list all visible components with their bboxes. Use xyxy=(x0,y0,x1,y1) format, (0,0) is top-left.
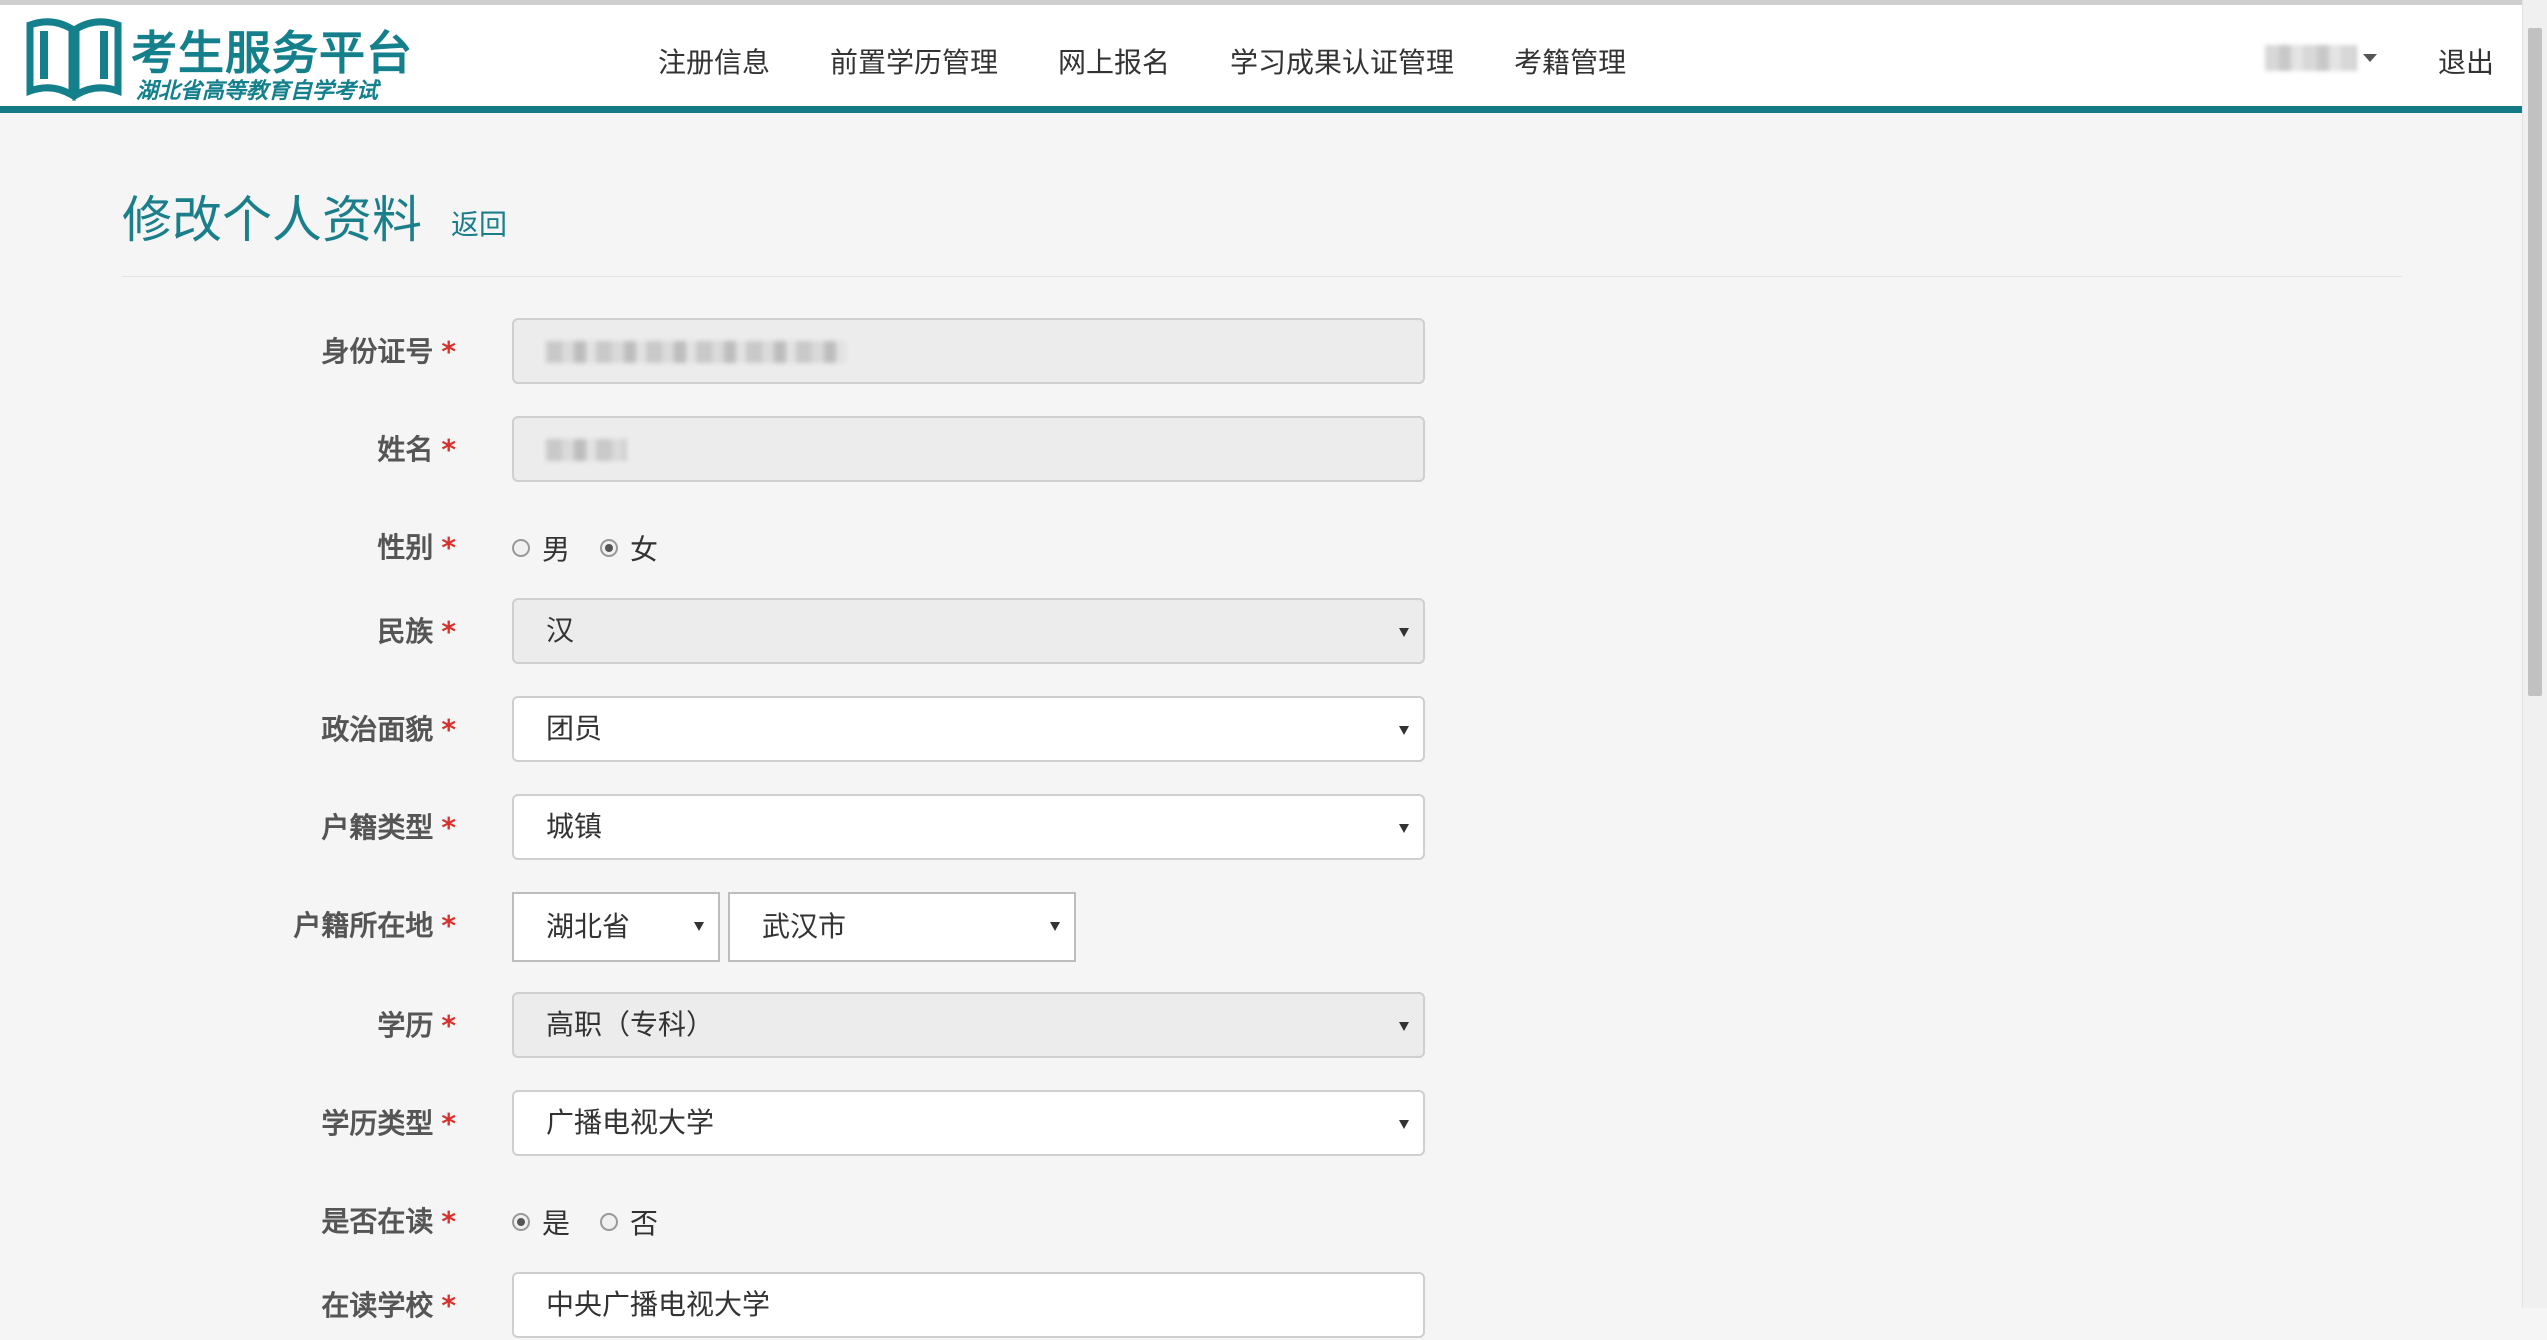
site-logo[interactable]: 考生服务平台 湖北省高等教育自学考试 xyxy=(26,17,412,104)
nav-learning-credits[interactable]: 学习成果认证管理 xyxy=(1230,41,1454,81)
dropdown-arrow-icon xyxy=(1399,628,1409,637)
household-type-value: 城镇 xyxy=(546,810,603,843)
logo-subtitle: 湖北省高等教育自学考试 xyxy=(136,79,379,104)
nav-exam-records[interactable]: 考籍管理 xyxy=(1514,41,1626,81)
enrolled-label: 是否在读 * xyxy=(321,1205,456,1238)
school-input[interactable]: 中央广播电视大学 xyxy=(512,1272,1425,1338)
gender-female-label[interactable]: 女 xyxy=(630,528,658,568)
city-select[interactable]: 武汉市 xyxy=(728,892,1076,962)
vertical-scrollbar[interactable] xyxy=(2522,0,2547,1308)
household-type-label: 户籍类型 * xyxy=(321,811,456,844)
enrolled-no-label[interactable]: 否 xyxy=(630,1202,658,1242)
dropdown-arrow-icon xyxy=(1050,922,1060,931)
political-status-value: 团员 xyxy=(546,712,603,745)
education-type-select[interactable]: 广播电视大学 xyxy=(512,1090,1425,1156)
city-value: 武汉市 xyxy=(762,910,847,943)
enrolled-yes-label[interactable]: 是 xyxy=(542,1202,570,1242)
id-number-input[interactable] xyxy=(512,318,1425,384)
back-link[interactable]: 返回 xyxy=(451,203,507,243)
ethnicity-label: 民族 * xyxy=(377,615,456,648)
open-book-icon xyxy=(26,18,122,101)
enrolled-radio-group: 是 否 xyxy=(512,1188,688,1256)
enrolled-no-radio[interactable] xyxy=(600,1213,619,1231)
education-label: 学历 * xyxy=(377,1009,456,1042)
user-menu[interactable] xyxy=(2265,45,2377,71)
gender-label: 性别 * xyxy=(377,531,456,564)
name-label: 姓名 * xyxy=(377,433,456,466)
school-label: 在读学校 * xyxy=(321,1289,456,1322)
chevron-down-icon xyxy=(2363,54,2377,62)
dropdown-arrow-icon xyxy=(694,922,704,931)
id-number-label: 身份证号 * xyxy=(321,335,456,368)
household-type-select[interactable]: 城镇 xyxy=(512,794,1425,860)
political-status-select[interactable]: 团员 xyxy=(512,696,1425,762)
page-title: 修改个人资料 xyxy=(122,191,422,249)
education-type-label: 学历类型 * xyxy=(321,1107,456,1140)
gender-male-label[interactable]: 男 xyxy=(542,528,570,568)
username-redacted xyxy=(2265,45,2357,71)
education-type-value: 广播电视大学 xyxy=(546,1106,715,1139)
ethnicity-select[interactable]: 汉 xyxy=(512,598,1425,664)
gender-female-radio[interactable] xyxy=(600,539,619,557)
political-status-label: 政治面貌 * xyxy=(321,713,456,746)
gender-radio-group: 男 女 xyxy=(512,514,688,582)
dropdown-arrow-icon xyxy=(1399,1120,1409,1129)
province-value: 湖北省 xyxy=(546,910,631,943)
title-divider xyxy=(122,276,2402,277)
nav-online-registration[interactable]: 网上报名 xyxy=(1058,41,1170,81)
dropdown-arrow-icon xyxy=(1399,1022,1409,1031)
enrolled-yes-radio[interactable] xyxy=(512,1213,530,1231)
name-redacted xyxy=(546,439,626,461)
school-value: 中央广播电视大学 xyxy=(546,1288,771,1321)
nav-registration-info[interactable]: 注册信息 xyxy=(658,41,770,81)
dropdown-arrow-icon xyxy=(1399,726,1409,735)
province-select[interactable]: 湖北省 xyxy=(512,892,720,962)
id-number-redacted xyxy=(546,341,846,363)
education-value: 高职（专科） xyxy=(546,1008,715,1041)
main-nav: 注册信息 前置学历管理 网上报名 学习成果认证管理 考籍管理 xyxy=(658,41,1686,81)
nav-prior-education[interactable]: 前置学历管理 xyxy=(830,41,998,81)
gender-male-radio[interactable] xyxy=(512,539,530,557)
scrollbar-thumb[interactable] xyxy=(2528,28,2542,696)
name-input[interactable] xyxy=(512,416,1425,482)
household-location-label: 户籍所在地 * xyxy=(293,909,456,942)
logout-link[interactable]: 退出 xyxy=(2438,41,2494,81)
education-select[interactable]: 高职（专科） xyxy=(512,992,1425,1058)
ethnicity-value: 汉 xyxy=(546,614,575,647)
dropdown-arrow-icon xyxy=(1399,824,1409,833)
top-header: 考生服务平台 湖北省高等教育自学考试 注册信息 前置学历管理 网上报名 学习成果… xyxy=(0,5,2522,113)
